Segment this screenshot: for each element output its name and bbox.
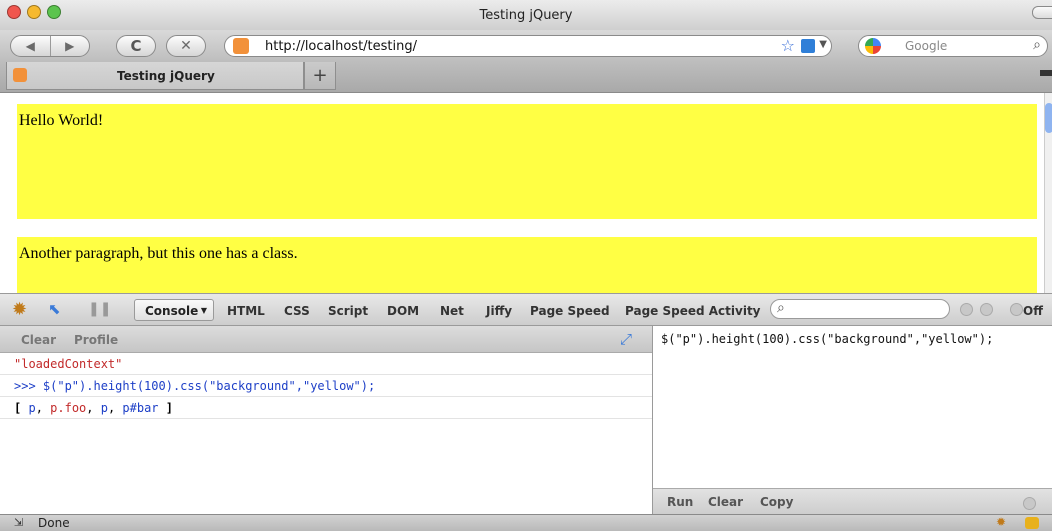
result-separator: , — [86, 401, 101, 415]
log-row-loaded-context: "loadedContext" — [0, 353, 652, 375]
result-item[interactable]: p — [28, 401, 35, 415]
tab-html[interactable]: HTML — [227, 304, 265, 318]
console-subtoolbar: Clear Profile ⤢ — [0, 326, 652, 353]
tab-list-icon[interactable] — [1040, 70, 1052, 76]
paragraph-foo: Another paragraph, but this one has a cl… — [17, 237, 1037, 293]
tab-css[interactable]: CSS — [284, 304, 310, 318]
yslow-status-icon[interactable] — [1025, 517, 1039, 529]
tab-page-speed-activity[interactable]: Page Speed Activity — [625, 304, 761, 318]
scrollbar-thumb[interactable] — [1045, 103, 1052, 133]
plus-icon: + — [312, 65, 328, 86]
search-icon: ⌕ — [777, 300, 785, 316]
reload-button[interactable]: C — [116, 35, 156, 57]
tab-console-label: Console — [145, 304, 199, 318]
inspect-icon[interactable]: ⬉ — [48, 300, 61, 318]
tab-page-speed[interactable]: Page Speed — [530, 304, 610, 318]
back-forward-group: ◀ ▶ — [10, 35, 90, 57]
toolbar-toggle-button[interactable] — [1032, 6, 1052, 19]
reload-icon: C — [130, 37, 142, 55]
tab-label: Testing jQuery — [117, 69, 215, 83]
title-bar: Testing jQuery — [0, 0, 1052, 31]
copy-button[interactable]: Copy — [760, 495, 793, 509]
profile-button[interactable]: Profile — [74, 333, 118, 347]
result-separator: , — [107, 401, 123, 415]
status-bar: ⇲ Done ✹ — [0, 514, 1052, 531]
stop-button[interactable]: ✕ — [166, 35, 206, 57]
tab-bar: Testing jQuery + — [0, 62, 1052, 93]
tab-jiffy[interactable]: Jiffy — [486, 304, 512, 318]
chevron-down-icon: ▼ — [200, 306, 207, 315]
status-text: Done — [38, 516, 70, 530]
forward-arrow-icon[interactable]: ▶ — [50, 39, 89, 53]
page-scrollbar[interactable] — [1044, 93, 1052, 293]
firebug-off-button[interactable]: Off — [1023, 304, 1043, 318]
command-line-input[interactable]: $("p").height(100).css("background","yel… — [661, 332, 993, 346]
firebug-search-input[interactable]: ⌕ — [770, 299, 950, 319]
tab-favicon-icon — [13, 68, 27, 82]
bookmark-star-icon[interactable]: ☆ — [781, 36, 795, 55]
result-item[interactable]: p#bar — [122, 401, 158, 415]
log-row-result: [ p, p.foo, p, p#bar ] — [0, 397, 652, 419]
site-favicon-icon[interactable] — [233, 38, 249, 54]
url-text[interactable]: http://localhost/testing/ — [265, 39, 417, 54]
result-separator: , — [35, 401, 51, 415]
pause-icon[interactable]: ❚❚ — [88, 301, 111, 317]
firebug-bug-icon[interactable]: ✹ — [12, 299, 27, 320]
toggle-commandline-icon[interactable]: ⤢ — [620, 330, 632, 348]
result-item[interactable]: p.foo — [50, 401, 86, 415]
url-dropdown-icon[interactable]: ▼ — [819, 39, 827, 50]
new-tab-button[interactable]: + — [304, 62, 336, 90]
status-arrow-icon: ⇲ — [14, 516, 24, 529]
log-row-command[interactable]: >>> $("p").height(100).css("background",… — [0, 375, 652, 397]
result-item[interactable]: p — [101, 401, 108, 415]
tab-console[interactable]: Console ▼ — [134, 299, 214, 321]
firebug-toolbar: ✹ ⬉ ❚❚ Console ▼ HTML CSS Script DOM Net… — [0, 293, 1052, 326]
result-bracket-close: ] — [158, 401, 173, 415]
result-bracket-open: [ — [14, 401, 29, 415]
page-viewport: Hello World! Another paragraph, but this… — [0, 93, 1052, 293]
command-line-panel: $("p").height(100).css("background","yel… — [653, 326, 1052, 515]
clear-button[interactable]: Clear — [708, 495, 743, 509]
command-line-footer: Run Clear Copy — [653, 488, 1052, 515]
url-bar[interactable]: http://localhost/testing/ ☆ ▼ — [224, 35, 832, 57]
stop-icon: ✕ — [180, 38, 192, 54]
navigation-toolbar: ◀ ▶ C ✕ http://localhost/testing/ ☆ ▼ Go… — [0, 30, 1052, 62]
search-bar[interactable]: Google ⌕ — [858, 35, 1048, 57]
minimize-panel-icon[interactable] — [960, 303, 973, 316]
search-placeholder: Google — [905, 39, 948, 53]
back-arrow-icon[interactable]: ◀ — [11, 39, 50, 53]
tab-dom[interactable]: DOM — [387, 304, 419, 318]
tab-script[interactable]: Script — [328, 304, 368, 318]
search-icon[interactable]: ⌕ — [1033, 37, 1041, 53]
run-button[interactable]: Run — [667, 495, 693, 509]
console-log-panel: Clear Profile ⤢ "loadedContext" >>> $("p… — [0, 326, 653, 514]
detach-panel-icon[interactable] — [980, 303, 993, 316]
search-engine-icon[interactable] — [865, 38, 881, 54]
tab-testing-jquery[interactable]: Testing jQuery — [6, 62, 304, 90]
tab-net[interactable]: Net — [440, 304, 464, 318]
firebug-off-icon[interactable] — [1010, 303, 1023, 316]
paragraph-hello: Hello World! — [17, 104, 1037, 219]
window-title: Testing jQuery — [479, 8, 573, 23]
collapse-icon[interactable] — [1023, 497, 1036, 510]
clear-console-button[interactable]: Clear — [21, 333, 56, 347]
firebug-status-icon[interactable]: ✹ — [996, 515, 1006, 529]
identity-icon[interactable] — [801, 39, 815, 53]
